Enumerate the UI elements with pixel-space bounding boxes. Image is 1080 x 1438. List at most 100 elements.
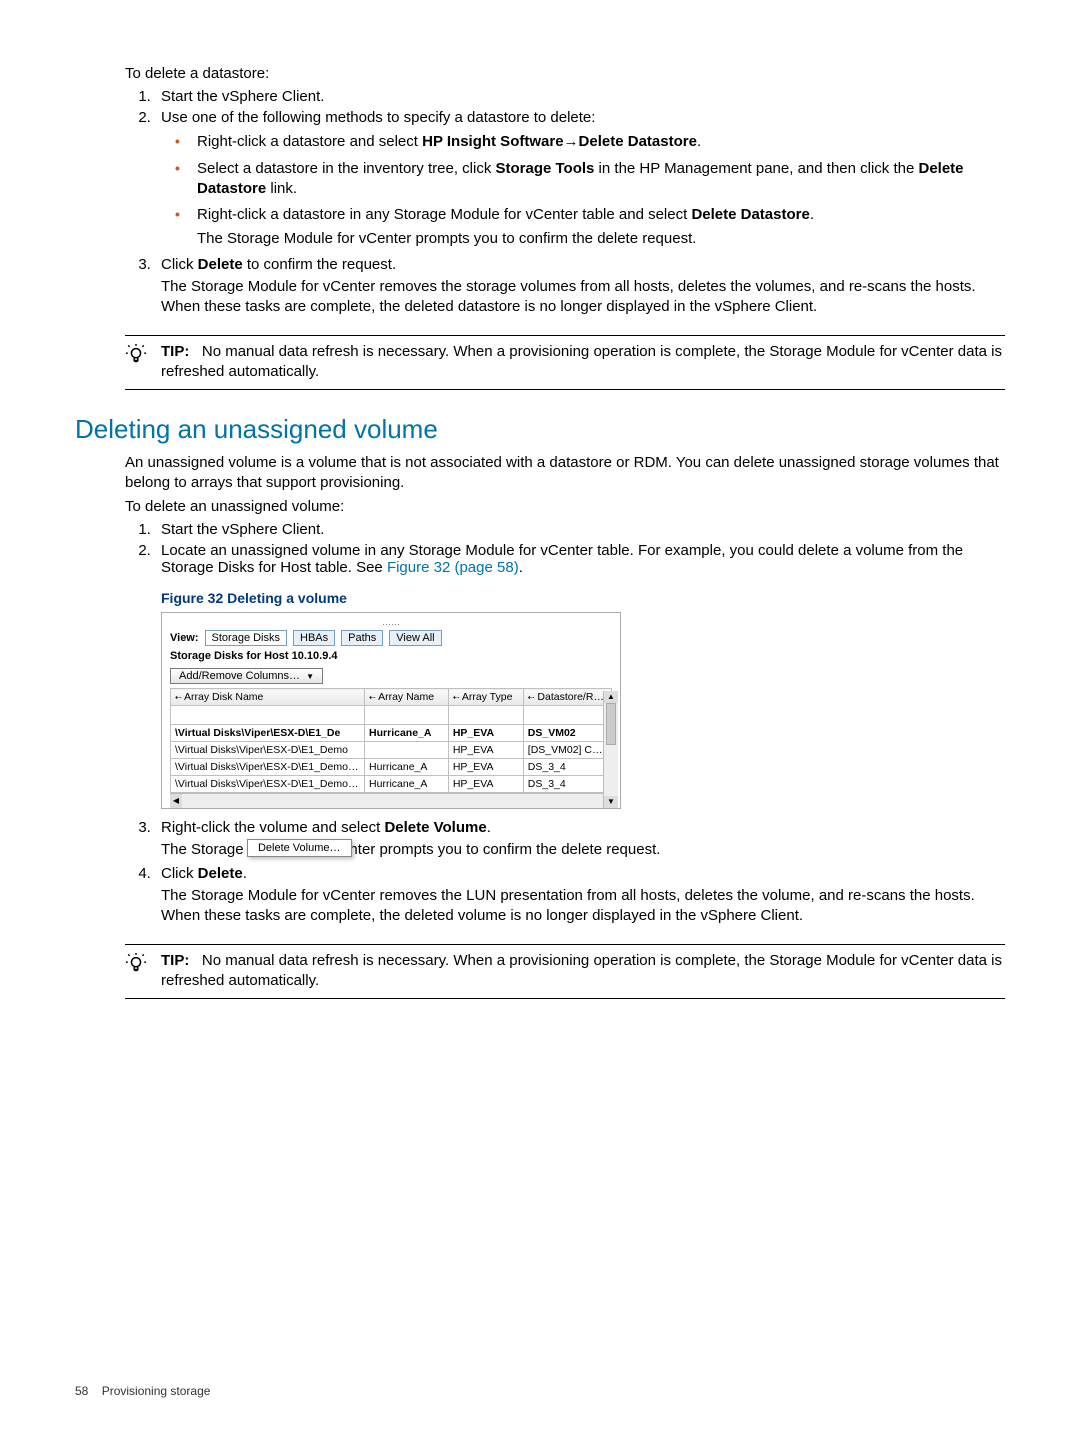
lightbulb-icon [125,344,147,366]
delete-volume-steps: Start the vSphere Client. Locate an unas… [125,521,1005,926]
v-step-2-text-a: Locate an unassigned volume in any Stora… [161,542,963,576]
v-step-4-text-a: Click [161,865,198,882]
tip-label: TIP: [161,952,189,969]
content-area: To delete a datastore: Start the vSphere… [125,64,1005,999]
cell: Hurricane_A [365,725,449,742]
view-label: View: [170,632,199,644]
filter-row[interactable] [171,706,612,725]
table-row[interactable]: \Virtual Disks\Viper\ESX-D\E1_Demo_03 Hu… [171,759,612,776]
sort-icon: ⇠ [369,693,376,702]
bullet-3-period: . [810,206,814,223]
figure-link[interactable]: Figure 32 (page 58) [387,559,519,576]
step-3-text-a: Click [161,256,198,273]
add-remove-columns-button[interactable]: Add/Remove Columns… ▼ [170,668,323,684]
tip-rule-bottom-2 [125,998,1005,999]
tip-block-2: TIP: No manual data refresh is necessary… [125,951,1005,992]
bullet-3-line2: The Storage Module for vCenter prompts y… [197,229,1005,249]
scroll-left-icon[interactable]: ◀ [170,794,182,808]
step-2-bullets: Right-click a datastore and select HP In… [161,132,1005,249]
cell: HP_EVA [448,742,523,759]
bullet-2-text-b: in the HP Management pane, and then clic… [594,160,918,177]
cell: \Virtual Disks\Viper\ESX-D\E1_Demo_04 [171,776,365,793]
chevron-down-icon: ▼ [306,672,314,681]
section-p1: An unassigned volume is a volume that is… [125,453,1005,494]
v-step-3-text-b: . [487,819,491,836]
v-step-3-text-a: Right-click the volume and select [161,819,384,836]
col-1-label: Array Name [378,691,434,703]
scroll-down-icon[interactable]: ▼ [604,796,618,808]
tab-hbas[interactable]: HBAs [293,630,335,646]
cell: HP_EVA [448,759,523,776]
horizontal-scrollbar[interactable]: ◀ [170,793,612,808]
tip-rule-bottom-1 [125,389,1005,390]
bullet-3: Right-click a datastore in any Storage M… [161,205,1005,250]
step-3-text-b: to confirm the request. [243,256,396,273]
bullet-1-period: . [697,133,701,150]
scroll-thumb[interactable] [606,703,616,745]
vertical-scrollbar[interactable]: ▲ ▼ [603,691,618,808]
cell: Hurricane_A [365,776,449,793]
step-2-text: Use one of the following methods to spec… [161,109,595,126]
sort-icon: ⇠ [528,693,535,702]
step-1: Start the vSphere Client. [155,88,1005,105]
bullet-1: Right-click a datastore and select HP In… [161,132,1005,152]
delete-datastore-steps: Start the vSphere Client. Use one of the… [125,88,1005,317]
bullet-1-bold-1: HP Insight Software [422,133,563,150]
lightbulb-icon [125,953,147,975]
tab-view-all[interactable]: View All [389,630,441,646]
col-datastore-rdm[interactable]: ⇠ Datastore/RDM [523,689,611,706]
page-number: 58 [75,1384,88,1398]
col-array-name[interactable]: ⇠ Array Name [365,689,449,706]
cell: DS_3_4 [523,776,611,793]
bullet-2: Select a datastore in the inventory tree… [161,159,1005,200]
col-0-label: Array Disk Name [184,691,263,703]
step-3-paragraph: The Storage Module for vCenter removes t… [161,277,1005,318]
v-step-4-bold: Delete [198,865,243,882]
arrow-icon: → [564,133,579,150]
tip-rule-top-2 [125,944,1005,945]
scroll-up-icon[interactable]: ▲ [604,691,618,703]
table-row[interactable]: \Virtual Disks\Viper\ESX-D\E1_De Hurrica… [171,725,612,742]
tip-block-1: TIP: No manual data refresh is necessary… [125,342,1005,383]
col-array-type[interactable]: ⇠ Array Type [448,689,523,706]
cell: [DS_VM02] CD_Sua... [523,742,611,759]
tab-storage-disks[interactable]: Storage Disks [205,630,287,646]
step-2: Use one of the following methods to spec… [155,109,1005,249]
tip-1-text: TIP: No manual data refresh is necessary… [161,342,1005,383]
tip-label: TIP: [161,343,189,360]
col-array-disk-name[interactable]: ⇠ Array Disk Name [171,689,365,706]
bullet-2-bold-1: Storage Tools [495,160,594,177]
page-footer: 58 Provisioning storage [75,1384,210,1398]
bullet-3-bold: Delete Datastore [691,206,809,223]
storage-disks-table: ⇠ Array Disk Name ⇠ Array Name ⇠ Array T… [170,688,612,793]
footer-section-title: Provisioning storage [102,1384,211,1398]
section-heading: Deleting an unassigned volume [75,414,1005,445]
col-2-label: Array Type [462,691,513,703]
sort-icon: ⇠ [175,693,182,702]
col-3-label: Datastore/RDM [537,691,609,703]
drag-dots-icon: ⋯⋯ [170,619,612,630]
v-step-2-text-b: . [519,559,523,576]
intro-text: To delete a datastore: [125,64,1005,84]
table-row[interactable]: \Virtual Disks\Viper\ESX-D\E1_Demo Delet… [171,742,612,759]
tip-rule-top-1 [125,335,1005,336]
columns-btn-label: Add/Remove Columns… [179,670,300,682]
bullet-1-bold-2: Delete Datastore [579,133,697,150]
screenshot-header: Storage Disks for Host 10.10.9.4 [170,650,612,662]
tab-paths[interactable]: Paths [341,630,383,646]
table-row[interactable]: \Virtual Disks\Viper\ESX-D\E1_Demo_04 Hu… [171,776,612,793]
v-step-4-text-b: . [243,865,247,882]
v-step-3-bold: Delete Volume [384,819,486,836]
figure-caption: Figure 32 Deleting a volume [161,590,1005,606]
sort-icon: ⇠ [453,693,460,702]
cell: DS_3_4 [523,759,611,776]
tip-2-body: No manual data refresh is necessary. Whe… [161,952,1002,989]
step-3-bold: Delete [198,256,243,273]
cell: DS_VM02 [523,725,611,742]
cell: \Virtual Disks\Viper\ESX-D\E1_Demo [171,742,365,759]
bullet-1-text-a: Right-click a datastore and select [197,133,422,150]
tip-1-body: No manual data refresh is necessary. Whe… [161,343,1002,380]
v-step-2: Locate an unassigned volume in any Stora… [155,542,1005,809]
cell: \Virtual Disks\Viper\ESX-D\E1_De [171,725,365,742]
view-tabs-row: View: Storage Disks HBAs Paths View All [170,630,612,646]
